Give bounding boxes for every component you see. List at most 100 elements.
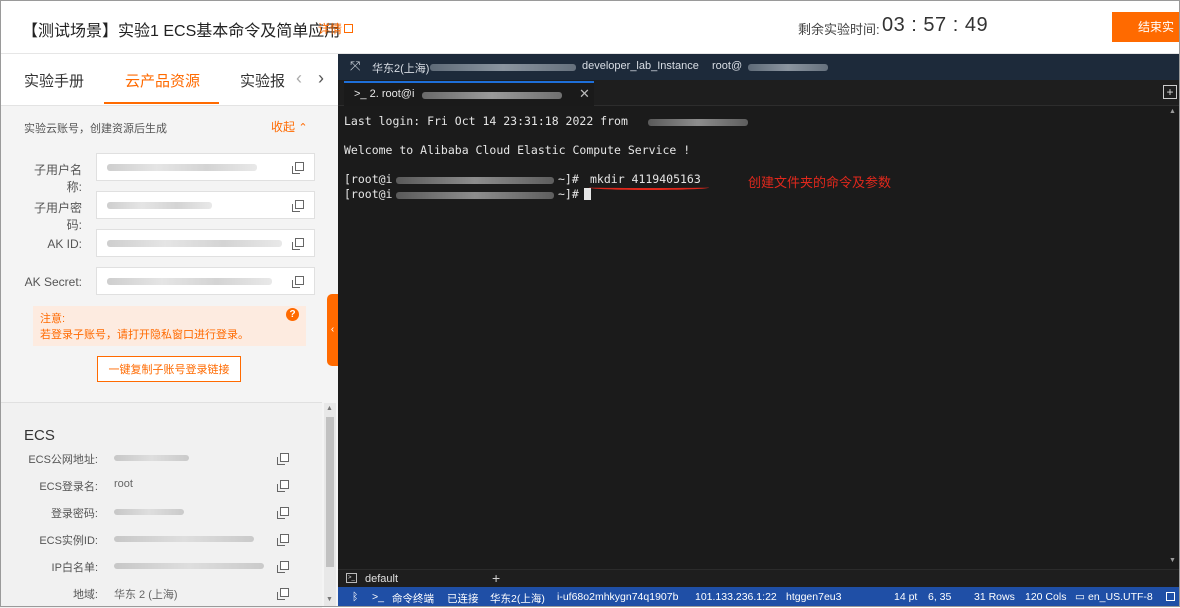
ak-secret-field[interactable] bbox=[96, 267, 315, 295]
copy-icon[interactable] bbox=[292, 238, 304, 250]
scroll-up-icon[interactable]: ▲ bbox=[326, 405, 333, 412]
tab-cloud-resources[interactable]: 云产品资源 bbox=[125, 70, 200, 91]
terminal-tab-title: 2. root@i bbox=[369, 88, 415, 100]
terminal-user: root@ bbox=[712, 60, 743, 72]
ecs-card: ECS ECS公网地址: ECS登录名: root 登录密码: ECS实例ID:… bbox=[0, 402, 322, 608]
collapse-toggle[interactable]: 收起 ⌃ bbox=[271, 118, 308, 135]
subuser-password-field[interactable] bbox=[96, 191, 315, 219]
status-encoding[interactable]: en_US.UTF-8 bbox=[1088, 591, 1153, 603]
copy-icon[interactable] bbox=[292, 200, 304, 212]
terminal-session-icon: >_ bbox=[346, 573, 357, 583]
terminal-line-last-login: Last login: Fri Oct 14 23:31:18 2022 fro… bbox=[344, 114, 628, 128]
chevron-left-icon[interactable]: ‹ bbox=[296, 68, 302, 89]
scroll-thumb[interactable] bbox=[326, 417, 334, 567]
fullscreen-icon[interactable]: ⤧ bbox=[350, 58, 360, 74]
notice-text: 若登录子账号，请打开隐私窗口进行登录。 bbox=[40, 329, 249, 341]
add-session-icon[interactable]: + bbox=[492, 570, 500, 586]
panel-collapse-handle[interactable]: ‹ bbox=[327, 294, 338, 366]
active-tab-indicator bbox=[104, 102, 219, 104]
terminal-output[interactable]: Last login: Fri Oct 14 23:31:18 2022 fro… bbox=[338, 106, 1180, 569]
ecs-title: ECS bbox=[24, 427, 55, 444]
copy-icon[interactable] bbox=[277, 507, 289, 519]
redacted-value bbox=[107, 202, 212, 209]
ecs-label-login-name: ECS登录名: bbox=[39, 481, 98, 493]
redacted-value bbox=[430, 64, 576, 71]
copy-icon[interactable] bbox=[277, 561, 289, 573]
copy-icon[interactable] bbox=[277, 480, 289, 492]
command-underline-mark bbox=[589, 185, 709, 190]
terminal-tab-label: >_ 2. root@i bbox=[354, 88, 414, 100]
monitor-icon: ▭ bbox=[1075, 591, 1085, 603]
terminal-prompt-end: ~]# bbox=[558, 172, 579, 186]
status-rows: 31 Rows bbox=[974, 591, 1015, 603]
terminal-prompt-icon: >_ bbox=[354, 88, 370, 100]
new-terminal-icon[interactable]: + bbox=[1163, 85, 1177, 99]
scroll-down-icon[interactable]: ▼ bbox=[326, 596, 333, 603]
status-bar: ᛒ >_ 命令终端 已连接 华东2(上海) i-uf68o2mhkygn74q1… bbox=[338, 587, 1180, 607]
terminal-tab[interactable]: >_ 2. root@i ✕ bbox=[344, 81, 594, 106]
ecs-region-value: 华东 2 (上海) bbox=[114, 589, 178, 601]
left-scrollbar[interactable]: ▲ ▼ bbox=[324, 403, 336, 607]
copy-icon[interactable] bbox=[292, 162, 304, 174]
status-connected: 已连接 bbox=[447, 593, 479, 605]
status-cmd-terminal[interactable]: 命令终端 bbox=[392, 591, 434, 606]
tab-lab-report[interactable]: 实验报 bbox=[240, 70, 285, 91]
tab-lab-manual[interactable]: 实验手册 bbox=[24, 70, 84, 91]
page-title: 【测试场景】实验1 ECS基本命令及简单应用 bbox=[22, 23, 341, 40]
redacted-value bbox=[396, 177, 554, 184]
redacted-value bbox=[114, 563, 264, 569]
scroll-up-icon[interactable]: ▲ bbox=[1169, 108, 1176, 115]
notice-box: 注意: 若登录子账号，请打开隐私窗口进行登录。 ? bbox=[33, 306, 306, 346]
ecs-label-public-ip: ECS公网地址: bbox=[28, 454, 98, 466]
session-bar: >_ default + bbox=[338, 569, 1180, 587]
account-card: 实验云账号，创建资源后生成 收起 ⌃ 子用户名称: 子用户密码: AK ID: … bbox=[0, 106, 326, 452]
status-font-size[interactable]: 14 pt bbox=[894, 591, 917, 603]
terminal-info-bar: ⤧ 华东2(上海) developer_lab_Instance root@ bbox=[338, 54, 1180, 80]
status-cols: 120 Cols bbox=[1025, 591, 1067, 603]
ak-id-field[interactable] bbox=[96, 229, 315, 257]
close-icon[interactable]: ✕ bbox=[579, 86, 590, 102]
redacted-value bbox=[114, 455, 189, 461]
copy-icon[interactable] bbox=[277, 588, 289, 600]
terminal-prompt-start: [root@i bbox=[344, 172, 393, 186]
copy-icon[interactable] bbox=[277, 534, 289, 546]
external-link-icon bbox=[344, 24, 354, 33]
collapse-label: 收起 bbox=[271, 120, 296, 134]
copy-login-link-button[interactable]: 一键复制子账号登录链接 bbox=[97, 356, 241, 382]
ecs-label-password: 登录密码: bbox=[50, 508, 98, 520]
copy-icon[interactable] bbox=[277, 453, 289, 465]
ecs-login-name-value: root bbox=[114, 478, 133, 490]
terminal-cursor bbox=[584, 187, 591, 201]
help-icon[interactable]: ? bbox=[286, 308, 299, 321]
timer-label: 剩余实验时间: bbox=[798, 22, 880, 37]
left-panel: 实验手册 云产品资源 实验报 ‹ › 实验云账号，创建资源后生成 收起 ⌃ 子用… bbox=[0, 54, 338, 608]
ecs-label-region: 地域: bbox=[72, 589, 98, 601]
terminal-line-welcome: Welcome to Alibaba Cloud Elastic Compute… bbox=[344, 143, 691, 157]
terminal-prompt-end: ~]# bbox=[558, 187, 579, 201]
terminal-instance-name: developer_lab_Instance bbox=[582, 60, 699, 72]
end-experiment-button[interactable]: 结束实 bbox=[1112, 12, 1180, 42]
status-address: 101.133.236.1:22 bbox=[695, 591, 777, 603]
session-name[interactable]: default bbox=[365, 573, 398, 585]
subuser-name-field[interactable] bbox=[96, 153, 315, 181]
status-cursor-position: 6, 35 bbox=[928, 591, 952, 603]
terminal-scrollbar[interactable]: ▲ ▼ bbox=[1166, 106, 1180, 569]
status-host: htggen7eu3 bbox=[786, 591, 842, 603]
ecs-label-instance-id: ECS实例ID: bbox=[39, 535, 98, 547]
ecs-label-ip-whitelist: IP白名单: bbox=[51, 562, 98, 574]
notice-title: 注意: bbox=[40, 313, 66, 325]
detail-link[interactable]: 详情 bbox=[318, 20, 354, 37]
status-instance-id: i-uf68o2mhkygn74q1907b bbox=[557, 591, 679, 603]
copy-icon[interactable] bbox=[292, 276, 304, 288]
header-bar: 【测试场景】实验1 ECS基本命令及简单应用 详情 剩余实验时间: 03 : 5… bbox=[0, 0, 1180, 54]
chevron-up-icon: ⌃ bbox=[298, 122, 308, 134]
layout-icon[interactable] bbox=[1166, 592, 1175, 601]
terminal-panel: ⤧ 华东2(上海) developer_lab_Instance root@ >… bbox=[338, 54, 1180, 607]
terminal-mode-icon: >_ bbox=[372, 591, 384, 603]
redacted-value bbox=[396, 192, 554, 199]
redacted-value bbox=[748, 64, 828, 71]
status-region: 华东2(上海) bbox=[490, 593, 545, 605]
terminal-command: mkdir 4119405163 bbox=[590, 172, 701, 186]
chevron-right-icon[interactable]: › bbox=[318, 68, 324, 89]
scroll-down-icon[interactable]: ▼ bbox=[1169, 557, 1176, 564]
